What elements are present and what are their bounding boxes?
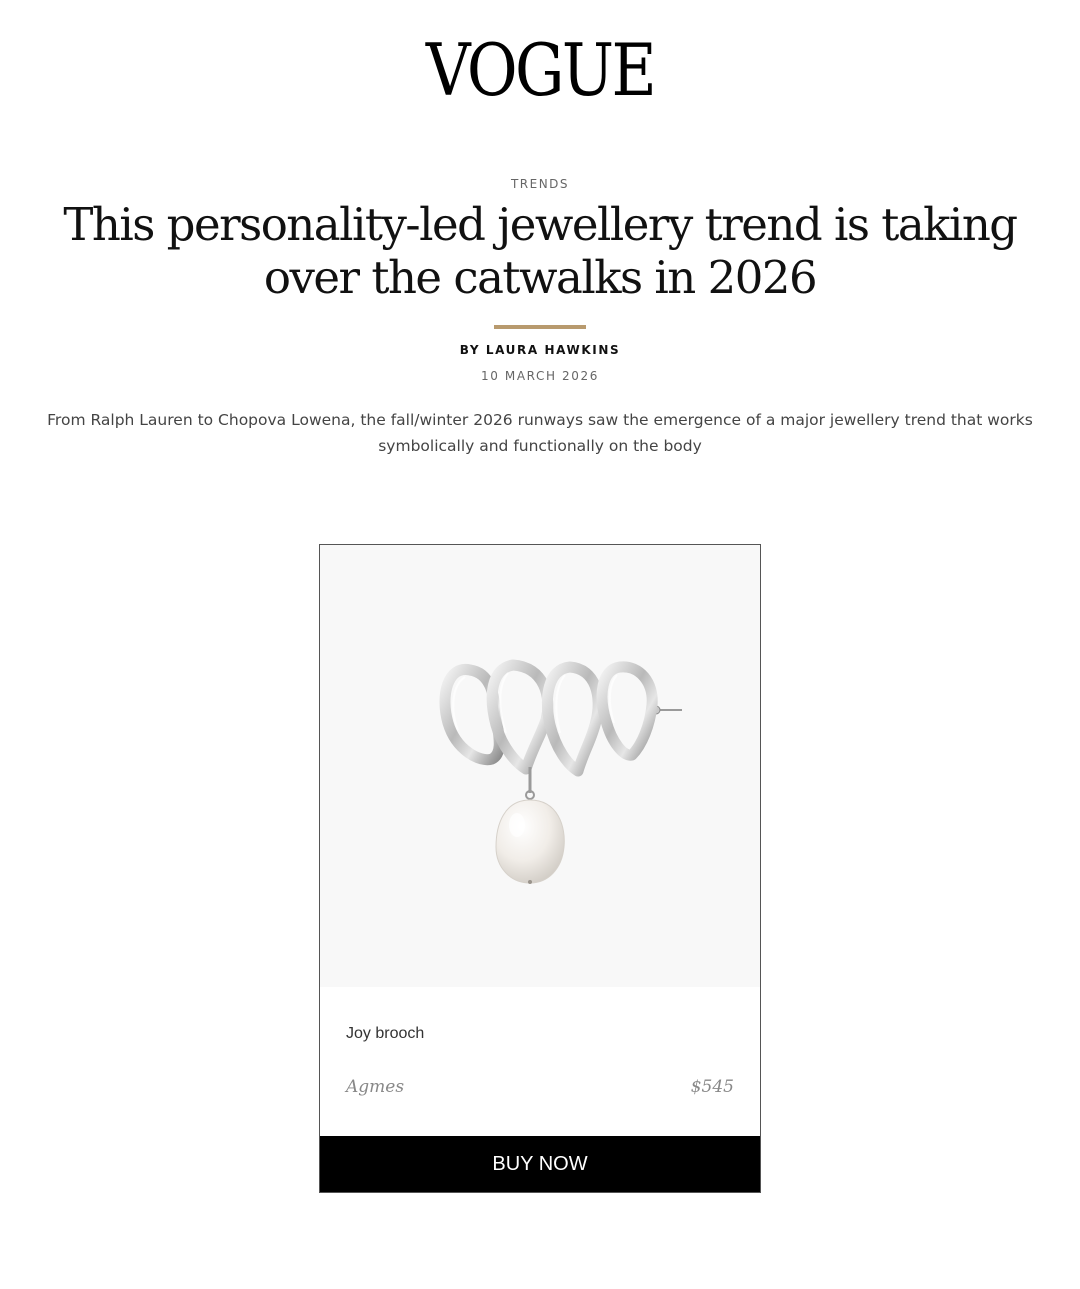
product-card: Joy brooch Agmes $545 BUY NOW: [319, 544, 761, 1193]
product-name[interactable]: Joy brooch: [346, 1025, 424, 1043]
publish-date: 10 MARCH 2026: [481, 369, 599, 383]
section-tag[interactable]: TRENDS: [0, 177, 1080, 191]
vogue-logo[interactable]: VOGUE: [76, 30, 1005, 110]
article-dek: From Ralph Lauren to Chopova Lowena, the…: [47, 411, 1033, 455]
product-brand: Agmes: [346, 1077, 405, 1097]
product-price: $545: [690, 1077, 734, 1097]
buy-now-button[interactable]: BUY NOW: [320, 1136, 760, 1192]
author-byline[interactable]: BY LAURA HAWKINS: [0, 343, 1080, 357]
article-headline: This personality-led jewellery trend is …: [63, 198, 1018, 304]
divider-rule: [494, 325, 586, 329]
brooch-pearl-icon: [439, 659, 682, 884]
product-image[interactable]: [320, 545, 760, 987]
